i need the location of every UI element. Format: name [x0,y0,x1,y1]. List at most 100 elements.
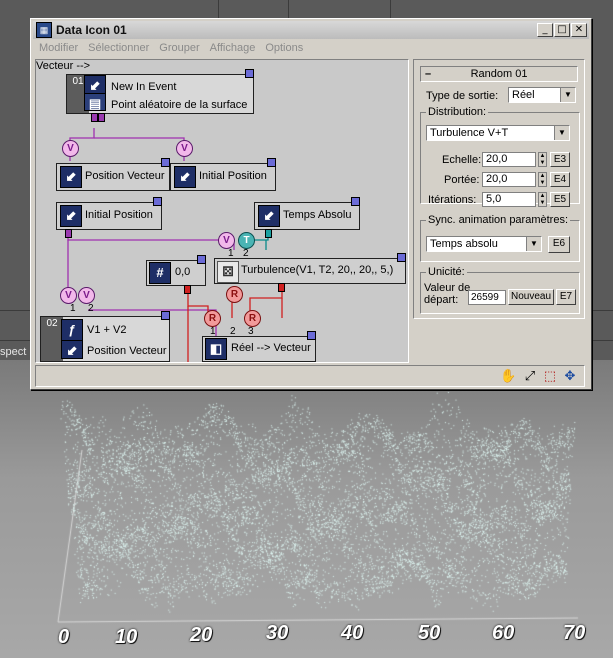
iterations-expose-button[interactable]: E5 [550,192,570,207]
node-initial-position[interactable]: ⬋ Initial Position [56,197,162,230]
dice-icon: ⚄ [217,261,239,283]
portee-label: Portée: [444,174,480,186]
graph-canvas[interactable]: 01 ⬋ ▤ New In Event Point aléatoire de l… [35,59,409,363]
iterations-label: Itérations: [428,194,477,206]
node-corner-port[interactable] [153,197,162,206]
node-label: Point aléatoire de la surface [111,99,248,111]
unicite-label: Unicité: [426,266,467,278]
axis-tick-70: 70 [563,622,586,644]
menu-bar: Modifier Sélectionner Grouper Affichage … [35,41,309,55]
converter-r[interactable]: R [244,310,261,327]
converter-t[interactable]: T [238,232,255,249]
title-bar[interactable]: ▦ Data Icon 01 _ □ ✕ [33,21,589,39]
node-corner-port[interactable] [161,311,170,320]
node-label: Position Vecteur [85,170,165,182]
node-turbulence[interactable]: ⚄ Turbulence(V1, T2, 20,, 20,, 5,) [214,253,406,284]
viewport-label: spect [0,346,27,358]
zoom-icon[interactable]: ⤢ [522,368,538,384]
spinner-arrows-icon[interactable]: ▲ ▼ [538,192,547,207]
converter-v[interactable]: V [60,287,77,304]
node-label: Réel --> Vecteur [231,342,311,354]
region-zoom-icon[interactable]: ⬚ [542,368,558,384]
port-number: 2 [88,303,94,314]
collapse-icon: – [425,68,432,80]
output-port[interactable] [98,113,105,122]
output-port[interactable] [91,113,98,122]
distribution-select[interactable]: Turbulence V+T ▼ [426,125,570,141]
iterations-spinner[interactable]: 5,0 [482,192,536,207]
node-output[interactable]: 02 ƒ ⬋ V1 + V2 Position Vecteur [40,311,170,362]
node-corner-port[interactable] [161,158,170,167]
node-new-in-event[interactable]: 01 ⬋ ▤ New In Event Point aléatoire de l… [66,69,254,114]
spinner-arrows-icon[interactable]: ▲ ▼ [538,152,547,167]
converter-r[interactable]: R [226,286,243,303]
echelle-label: Echelle: [442,154,482,166]
rollout-header[interactable]: – Random 01 [420,66,578,82]
node-corner-port[interactable] [307,331,316,340]
sync-select[interactable]: Temps absolu ▼ [426,236,542,252]
converter-v[interactable]: V [218,232,235,249]
menu-selectionner[interactable]: Sélectionner [84,41,155,55]
menu-grouper[interactable]: Grouper [155,41,205,55]
node-temps-absolu[interactable]: ⬋ Temps Absolu [254,197,360,230]
converter-v[interactable]: V [62,140,79,157]
dropdown-arrow-icon: ▼ [554,126,569,140]
seed-label: Valeur de [424,282,471,294]
node-label: Temps Absolu [283,209,352,221]
node-number: 02 [41,317,63,361]
node-value: 0,0 [175,266,191,278]
node-corner-port[interactable] [267,158,276,167]
axis-tick-20: 20 [190,624,213,646]
particle-cloud [0,360,613,658]
axis-tick-50: 50 [418,622,441,644]
spinner-arrows-icon[interactable]: ▲ ▼ [538,172,547,187]
node-corner-port[interactable] [397,253,406,262]
pan-hand-icon[interactable]: ✋ [500,368,516,384]
axis-tick-30: 30 [266,622,289,644]
output-port[interactable] [184,285,191,294]
node-corner-port[interactable] [245,69,254,78]
axis-tick-0: 0 [58,626,70,648]
arrow-icon: ⬋ [258,205,280,227]
sync-label: Sync. animation paramètres: [426,214,571,226]
axis-tick-40: 40 [341,622,364,644]
output-type-select[interactable]: Réel ▼ [508,87,576,103]
menu-affichage[interactable]: Affichage [206,41,262,55]
data-icon-window[interactable]: ▦ Data Icon 01 _ □ ✕ Modifier Sélectionn… [30,18,592,390]
seed-label: départ: [424,294,459,306]
node-label: V1 + V2 [87,324,127,336]
node-corner-port[interactable] [197,255,206,264]
status-bar: ✋ ⤢ ⬚ ✥ [35,365,585,387]
axis-tick-10: 10 [115,626,138,648]
seed-input[interactable]: 26599 [468,290,506,305]
maximize-button[interactable]: □ [554,23,570,37]
new-seed-button[interactable]: Nouveau [508,289,554,305]
close-button[interactable]: ✕ [571,23,587,37]
node-position-vecteur[interactable]: ⬋ Position Vecteur [56,158,170,191]
app-icon: ▦ [36,22,52,38]
node-initial-position[interactable]: ⬋ Initial Position [170,158,276,191]
echelle-spinner[interactable]: 20,0 [482,152,536,167]
dropdown-arrow-icon: ▼ [560,88,575,102]
seed-expose-button[interactable]: E7 [556,289,576,305]
output-port[interactable] [265,229,272,238]
converter-r[interactable]: R [204,310,221,327]
node-constant[interactable]: # 0,0 [146,255,206,286]
zoom-extents-icon[interactable]: ✥ [562,368,578,384]
output-port[interactable] [278,283,285,292]
converter-v[interactable]: V [176,140,193,157]
output-port[interactable] [65,229,72,238]
minimize-button[interactable]: _ [537,23,553,37]
echelle-expose-button[interactable]: E3 [550,152,570,167]
menu-modifier[interactable]: Modifier [35,41,84,55]
portee-expose-button[interactable]: E4 [550,172,570,187]
portee-spinner[interactable]: 20,0 [482,172,536,187]
node-corner-port[interactable] [351,197,360,206]
hash-icon: # [149,262,171,284]
converter-v[interactable]: V [78,287,95,304]
dropdown-arrow-icon: ▼ [526,237,541,251]
node-reel-vecteur[interactable]: ◧ Réel --> Vecteur [202,331,316,362]
arrow-icon: ⬋ [61,340,83,359]
sync-expose-button[interactable]: E6 [548,236,570,253]
menu-options[interactable]: Options [261,41,309,55]
